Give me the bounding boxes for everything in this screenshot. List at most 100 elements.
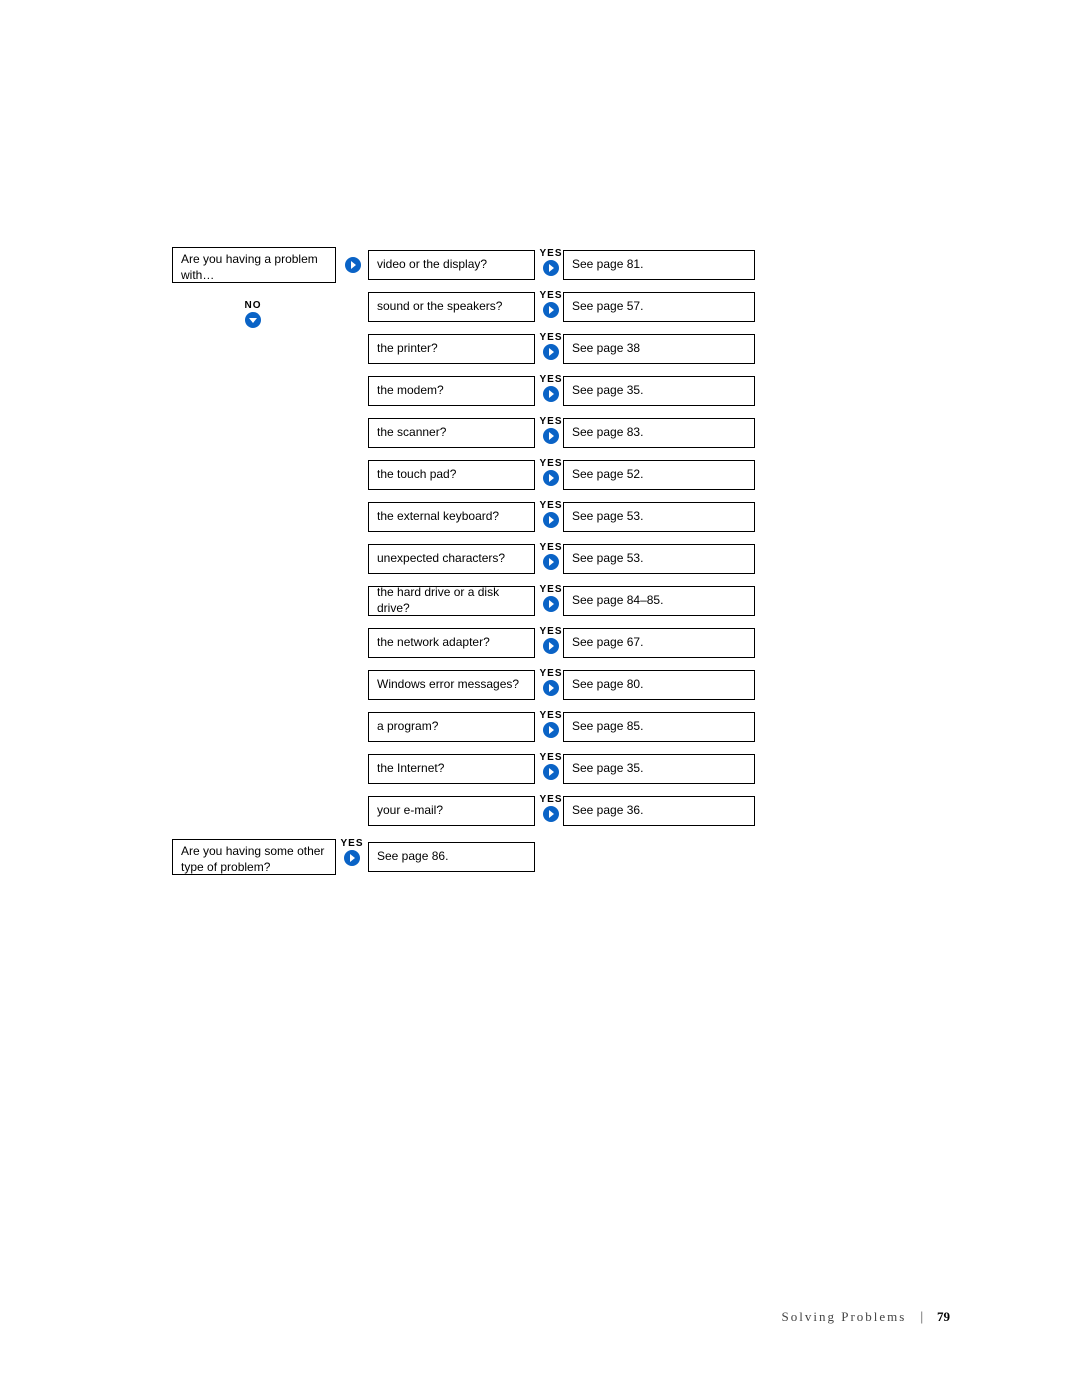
- question-text: Are you having a problem with…: [181, 252, 327, 283]
- answer-text: See page 35.: [572, 383, 643, 399]
- answer-text: See page 85.: [572, 719, 643, 735]
- arrow-right-icon: [542, 343, 560, 361]
- yes-label: YES: [539, 542, 563, 553]
- problem-box: the modem?: [368, 376, 535, 406]
- yes-label: YES: [539, 374, 563, 385]
- question-text: Are you having some other type of proble…: [181, 844, 327, 875]
- yes-label: YES: [539, 458, 563, 469]
- footer-section: Solving Problems: [782, 1309, 907, 1324]
- arrow-right-icon: [344, 256, 362, 274]
- answer-box: See page 38: [563, 334, 755, 364]
- problem-text: your e-mail?: [377, 803, 443, 819]
- answer-text: See page 81.: [572, 257, 643, 273]
- problem-box: the scanner?: [368, 418, 535, 448]
- arrow-right-icon: [542, 805, 560, 823]
- answer-text: See page 57.: [572, 299, 643, 315]
- answer-box: See page 35.: [563, 754, 755, 784]
- arrow-right-icon: [542, 763, 560, 781]
- answer-box: See page 57.: [563, 292, 755, 322]
- answer-text: See page 52.: [572, 467, 643, 483]
- problem-text: video or the display?: [377, 257, 487, 273]
- yes-label: YES: [539, 794, 563, 805]
- arrow-right-icon: [343, 849, 361, 867]
- answer-text: See page 86.: [377, 849, 448, 865]
- problem-text: the printer?: [377, 341, 438, 357]
- arrow-right-icon: [542, 511, 560, 529]
- yes-label: YES: [539, 626, 563, 637]
- problem-text: sound or the speakers?: [377, 299, 502, 315]
- question-box-bottom: Are you having some other type of proble…: [172, 839, 336, 875]
- problem-box: Windows error messages?: [368, 670, 535, 700]
- yes-label: YES: [539, 248, 563, 259]
- problem-text: unexpected characters?: [377, 551, 505, 567]
- yes-label: YES: [539, 710, 563, 721]
- problem-box: video or the display?: [368, 250, 535, 280]
- problem-text: the modem?: [377, 383, 444, 399]
- arrow-right-icon: [542, 679, 560, 697]
- problem-box: the Internet?: [368, 754, 535, 784]
- problem-text: the hard drive or a disk drive?: [377, 585, 526, 616]
- question-box-top: Are you having a problem with…: [172, 247, 336, 283]
- problem-text: the scanner?: [377, 425, 446, 441]
- problem-box: the external keyboard?: [368, 502, 535, 532]
- arrow-right-icon: [542, 469, 560, 487]
- answer-box: See page 35.: [563, 376, 755, 406]
- problem-box: the hard drive or a disk drive?: [368, 586, 535, 616]
- answer-text: See page 36.: [572, 803, 643, 819]
- problem-text: a program?: [377, 719, 438, 735]
- arrow-right-icon: [542, 301, 560, 319]
- yes-label: YES: [539, 584, 563, 595]
- arrow-right-icon: [542, 427, 560, 445]
- problem-box: sound or the speakers?: [368, 292, 535, 322]
- arrow-right-icon: [542, 721, 560, 739]
- problem-box: the printer?: [368, 334, 535, 364]
- arrow-down-icon: [244, 311, 262, 329]
- answer-text: See page 38: [572, 341, 640, 357]
- answer-box: See page 53.: [563, 544, 755, 574]
- problem-box: your e-mail?: [368, 796, 535, 826]
- page-footer: Solving Problems | 79: [782, 1309, 950, 1325]
- answer-text: See page 80.: [572, 677, 643, 693]
- arrow-right-icon: [542, 385, 560, 403]
- arrow-right-icon: [542, 553, 560, 571]
- answer-box: See page 67.: [563, 628, 755, 658]
- yes-label: YES: [539, 332, 563, 343]
- problem-text: the Internet?: [377, 761, 444, 777]
- answer-text: See page 83.: [572, 425, 643, 441]
- answer-box: See page 83.: [563, 418, 755, 448]
- answer-box: See page 80.: [563, 670, 755, 700]
- answer-box: See page 86.: [368, 842, 535, 872]
- answer-box: See page 81.: [563, 250, 755, 280]
- yes-label: YES: [539, 416, 563, 427]
- yes-label: YES: [539, 752, 563, 763]
- answer-box: See page 53.: [563, 502, 755, 532]
- problem-text: the external keyboard?: [377, 509, 499, 525]
- answer-box: See page 52.: [563, 460, 755, 490]
- problem-box: the touch pad?: [368, 460, 535, 490]
- page: Are you having a problem with… NO video …: [0, 0, 1080, 1397]
- yes-label: YES: [539, 290, 563, 301]
- answer-text: See page 84–85.: [572, 593, 663, 609]
- answer-text: See page 67.: [572, 635, 643, 651]
- no-label: NO: [241, 300, 265, 311]
- yes-label: YES: [539, 500, 563, 511]
- answer-text: See page 35.: [572, 761, 643, 777]
- answer-text: See page 53.: [572, 551, 643, 567]
- yes-label: YES: [340, 838, 364, 849]
- problem-text: Windows error messages?: [377, 677, 519, 693]
- yes-label: YES: [539, 668, 563, 679]
- answer-box: See page 36.: [563, 796, 755, 826]
- problem-box: the network adapter?: [368, 628, 535, 658]
- problem-text: the touch pad?: [377, 467, 456, 483]
- answer-text: See page 53.: [572, 509, 643, 525]
- problem-box: unexpected characters?: [368, 544, 535, 574]
- answer-box: See page 84–85.: [563, 586, 755, 616]
- answer-box: See page 85.: [563, 712, 755, 742]
- arrow-right-icon: [542, 259, 560, 277]
- footer-page-number: 79: [937, 1309, 950, 1324]
- problem-text: the network adapter?: [377, 635, 490, 651]
- arrow-right-icon: [542, 637, 560, 655]
- problem-box: a program?: [368, 712, 535, 742]
- footer-separator: |: [920, 1309, 923, 1324]
- arrow-right-icon: [542, 595, 560, 613]
